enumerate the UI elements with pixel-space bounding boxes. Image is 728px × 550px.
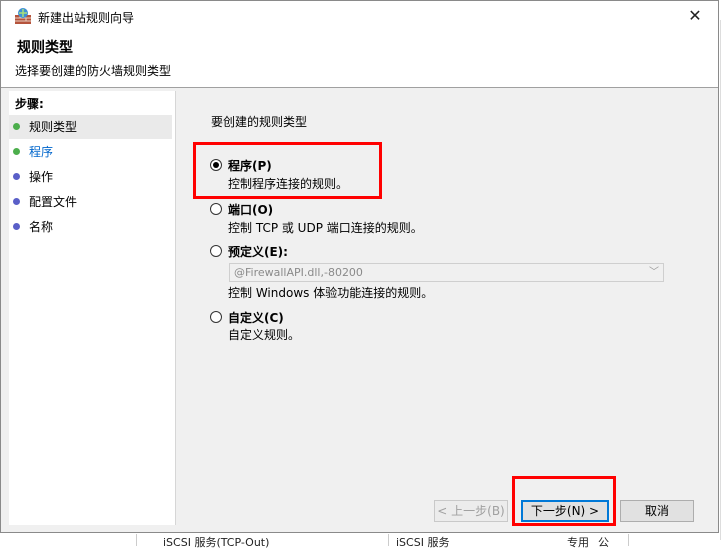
close-button[interactable]: ✕ [672,1,718,31]
option-port-desc: 控制 TCP 或 UDP 端口连接的规则。 [228,221,423,235]
step-profile[interactable]: 配置文件 [9,190,172,214]
step-status-icon [13,148,20,155]
background-window-edge [720,20,728,540]
predefined-select-value: @FirewallAPI.dll,-80200 [234,266,363,279]
option-predefined-desc: 控制 Windows 体验功能连接的规则。 [228,286,434,300]
option-custom-desc: 自定义规则。 [228,328,301,342]
new-outbound-rule-wizard: 新建出站规则向导 ✕ 规则类型 选择要创建的防火墙规则类型 步骤: 规则类型 程… [0,0,719,533]
wizard-header: 规则类型 选择要创建的防火墙规则类型 [1,31,718,88]
predefined-select[interactable]: @FirewallAPI.dll,-80200 ﹀ [229,263,664,282]
firewall-icon [14,7,32,25]
step-label: 操作 [29,170,54,184]
background-row-profile: 专用 [567,536,589,549]
window-title: 新建出站规则向导 [38,11,135,25]
step-label: 规则类型 [29,120,78,134]
step-rule-type[interactable]: 规则类型 [9,115,172,139]
step-status-icon [13,198,20,205]
steps-title: 步骤: [15,97,44,111]
background-row-extra: 公 [598,536,609,549]
step-status-icon [13,173,20,180]
background-table-row: iSCSI 服务(TCP-Out) iSCSI 服务 专用 公 [0,534,728,549]
cancel-button[interactable]: 取消 [620,500,694,522]
step-status-icon [13,223,20,230]
title-bar: 新建出站规则向导 ✕ [1,1,718,31]
rule-type-prompt: 要创建的规则类型 [211,115,308,129]
page-subtitle: 选择要创建的防火墙规则类型 [15,64,172,78]
step-label: 配置文件 [29,195,78,209]
background-row-group: iSCSI 服务 [396,536,450,549]
background-divider [628,534,629,546]
page-title: 规则类型 [17,40,73,56]
step-action[interactable]: 操作 [9,165,172,189]
step-name[interactable]: 名称 [9,215,172,239]
option-custom-label[interactable]: 自定义(C) [228,309,284,326]
step-label: 程序 [29,145,54,159]
background-divider [388,534,389,546]
option-predefined-label[interactable]: 预定义(E): [228,243,288,260]
background-row-name: iSCSI 服务(TCP-Out) [163,536,270,549]
content-panel: 要创建的规则类型 程序(P) 控制程序连接的规则。 端口(O) 控制 TCP 或… [177,91,717,526]
highlight-program-option [193,142,382,199]
radio-port[interactable] [210,203,222,215]
back-button[interactable]: < 上一步(B) [434,500,508,522]
step-status-icon [13,123,20,130]
radio-custom[interactable] [210,311,222,323]
radio-predefined[interactable] [210,245,222,257]
steps-panel: 步骤: 规则类型 程序 操作 配置文件 名称 [9,91,176,525]
background-divider [136,534,137,546]
option-port-label[interactable]: 端口(O) [228,201,273,218]
step-label: 名称 [29,220,54,234]
step-program[interactable]: 程序 [9,140,172,164]
highlight-next-button [512,476,616,526]
chevron-down-icon: ﹀ [649,267,659,278]
